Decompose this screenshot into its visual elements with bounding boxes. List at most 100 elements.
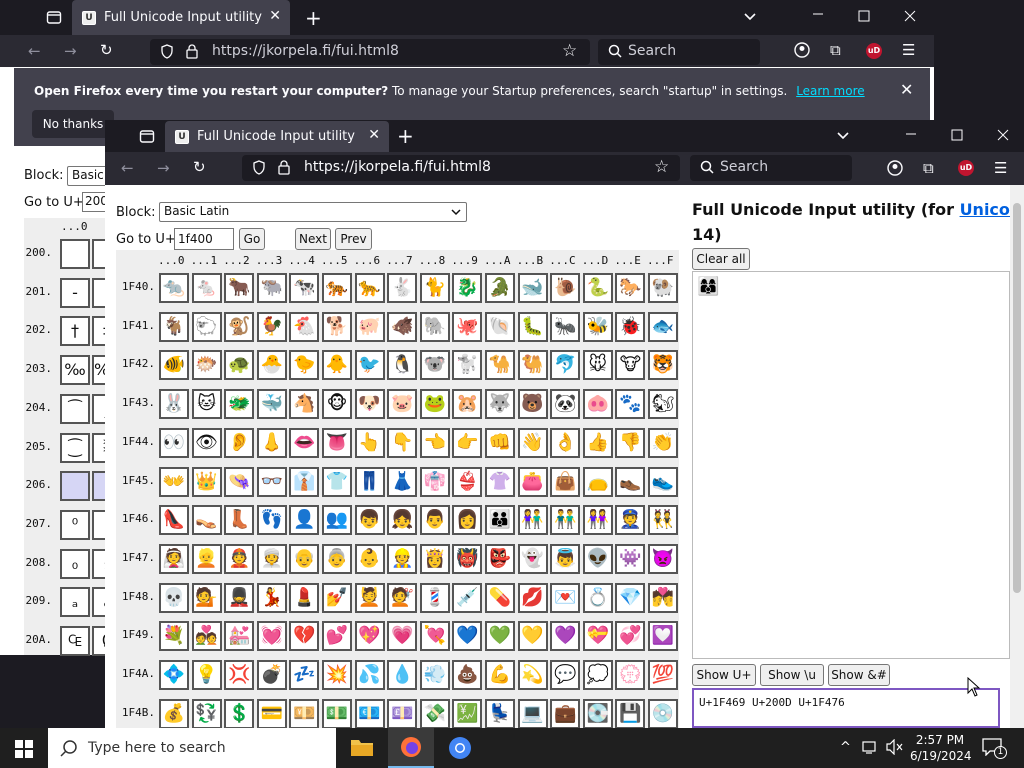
char-cell[interactable]: 👞	[615, 466, 646, 497]
char-cell[interactable]: 👖	[354, 466, 385, 497]
menu-hamburger-icon[interactable]: ☰	[994, 159, 1007, 177]
char-cell[interactable]: 🐽	[582, 389, 613, 420]
char-cell[interactable]: 🐖	[354, 311, 385, 342]
char-cell[interactable]: 🐕	[322, 311, 352, 342]
extensions-icon[interactable]: ⧉	[923, 159, 934, 177]
char-cell[interactable]: 👊	[485, 427, 515, 458]
maximize-icon[interactable]	[858, 10, 870, 22]
char-cell[interactable]: 👩	[452, 505, 483, 536]
char-cell[interactable]: 👉	[452, 427, 483, 458]
char-cell[interactable]: 🐃	[256, 273, 287, 303]
back-search-bar[interactable]: Search	[598, 39, 760, 65]
char-cell[interactable]: 🐠	[159, 350, 189, 381]
char-cell[interactable]: 🐨	[419, 350, 450, 381]
char-cell[interactable]: 🐮	[615, 350, 646, 381]
char-cell[interactable]: 👏	[648, 427, 678, 458]
bookmark-star-icon[interactable]: ☆	[562, 41, 577, 61]
char-cell[interactable]: 🐸	[419, 389, 450, 420]
char-cell[interactable]: 💽	[582, 698, 613, 728]
char-cell[interactable]: 💻	[517, 698, 548, 728]
code-output-textarea[interactable]: U+1F469 U+200D U+1F476	[692, 688, 1000, 728]
char-cell[interactable]: 👐	[159, 466, 189, 497]
char-cell[interactable]: ₀	[60, 548, 90, 579]
account-icon[interactable]	[794, 42, 810, 58]
char-cell[interactable]: 🐋	[517, 273, 548, 303]
char-cell[interactable]: 💀	[159, 582, 189, 613]
char-cell[interactable]: 🐅	[322, 273, 352, 303]
char-cell[interactable]: †	[60, 316, 90, 347]
action-center-icon[interactable]: 1	[982, 738, 1007, 759]
char-cell[interactable]: 💒	[224, 621, 255, 652]
char-cell[interactable]: 🐔	[289, 311, 320, 342]
char-cell[interactable]: 👁	[191, 427, 222, 458]
char-cell[interactable]: 💌	[550, 582, 581, 613]
char-cell[interactable]: 💙	[452, 621, 483, 652]
char-cell[interactable]: 👬	[550, 505, 581, 536]
char-cell[interactable]: 👺	[485, 543, 515, 574]
char-cell[interactable]: 💈	[419, 582, 450, 613]
char-cell[interactable]: 👢	[224, 505, 255, 536]
char-cell[interactable]: 👼	[550, 543, 581, 574]
chrome-taskbar-icon[interactable]	[448, 736, 472, 760]
char-cell[interactable]: 🐟	[648, 311, 678, 342]
list-all-tabs-icon[interactable]	[742, 8, 758, 24]
char-cell[interactable]: 🐾	[615, 389, 646, 420]
close-window-icon[interactable]	[997, 129, 1009, 141]
char-cell[interactable]: 🐚	[485, 311, 515, 342]
char-cell[interactable]: 👚	[485, 466, 515, 497]
char-cell[interactable]: 🐘	[419, 311, 450, 342]
char-cell[interactable]: 🐓	[256, 311, 287, 342]
windows-start-icon[interactable]	[15, 740, 33, 758]
char-cell[interactable]: 💱	[191, 698, 222, 728]
char-cell[interactable]: 💝	[582, 621, 613, 652]
clear-all-button[interactable]: Clear all	[692, 248, 750, 270]
char-cell[interactable]: 👡	[191, 505, 222, 536]
tab-list-icon[interactable]	[139, 128, 155, 144]
char-cell[interactable]: 💆	[354, 582, 385, 613]
char-cell[interactable]: 💶	[354, 698, 385, 728]
char-cell[interactable]: 👀	[159, 427, 189, 458]
char-cell[interactable]: 🐏	[648, 273, 678, 303]
char-cell[interactable]: 🐱	[191, 389, 222, 420]
char-cell[interactable]: 👽	[582, 543, 613, 574]
tab-close-icon[interactable]: ✕	[368, 127, 380, 143]
char-cell[interactable]: 🐲	[224, 389, 255, 420]
char-cell[interactable]: 🐂	[224, 273, 255, 303]
char-cell[interactable]: 🐰	[159, 389, 189, 420]
char-cell[interactable]: 💲	[224, 698, 255, 728]
char-cell[interactable]: 👕	[322, 466, 352, 497]
firefox-taskbar-icon[interactable]	[388, 728, 434, 768]
char-cell[interactable]: 👛	[517, 466, 548, 497]
front-active-tab[interactable]: U Full Unicode Input utility ✕	[165, 121, 389, 153]
char-cell[interactable]: ⁰	[60, 509, 90, 540]
char-cell[interactable]: 🐄	[289, 273, 320, 303]
char-cell[interactable]: 🐿	[648, 389, 678, 420]
char-cell[interactable]: 💏	[648, 582, 678, 613]
lock-icon[interactable]	[186, 44, 198, 59]
char-cell[interactable]: 💳	[256, 698, 287, 728]
char-cell[interactable]: 🐳	[256, 389, 287, 420]
char-cell[interactable]: 👧	[387, 505, 418, 536]
char-cell[interactable]: 👻	[517, 543, 548, 574]
char-cell[interactable]: 🐙	[452, 311, 483, 342]
char-cell[interactable]: 👂	[224, 427, 255, 458]
char-cell[interactable]: 💔	[289, 621, 320, 652]
char-cell[interactable]: 👪	[485, 505, 515, 536]
char-cell[interactable]: 👯	[648, 505, 678, 536]
char-cell[interactable]: 👳	[256, 543, 287, 574]
char-cell[interactable]: 🐍	[582, 273, 613, 303]
notification-close-icon[interactable]: ✕	[900, 80, 913, 99]
no-thanks-button[interactable]: No thanks	[32, 110, 114, 138]
selected-characters-area[interactable]: 👩‍👩‍👦	[692, 271, 1010, 659]
char-cell[interactable]: 👍	[582, 427, 613, 458]
reload-icon[interactable]: ↻	[100, 41, 113, 59]
minimize-icon[interactable]	[905, 128, 917, 140]
char-cell[interactable]: 👎	[615, 427, 646, 458]
char-cell[interactable]: 👓	[256, 466, 287, 497]
char-cell[interactable]: 💄	[289, 582, 320, 613]
char-cell[interactable]: 💘	[419, 621, 450, 652]
char-cell[interactable]: 💇	[387, 582, 418, 613]
char-cell[interactable]: 💖	[354, 621, 385, 652]
char-cell[interactable]: 🐢	[224, 350, 255, 381]
char-cell[interactable]: 🐦	[354, 350, 385, 381]
